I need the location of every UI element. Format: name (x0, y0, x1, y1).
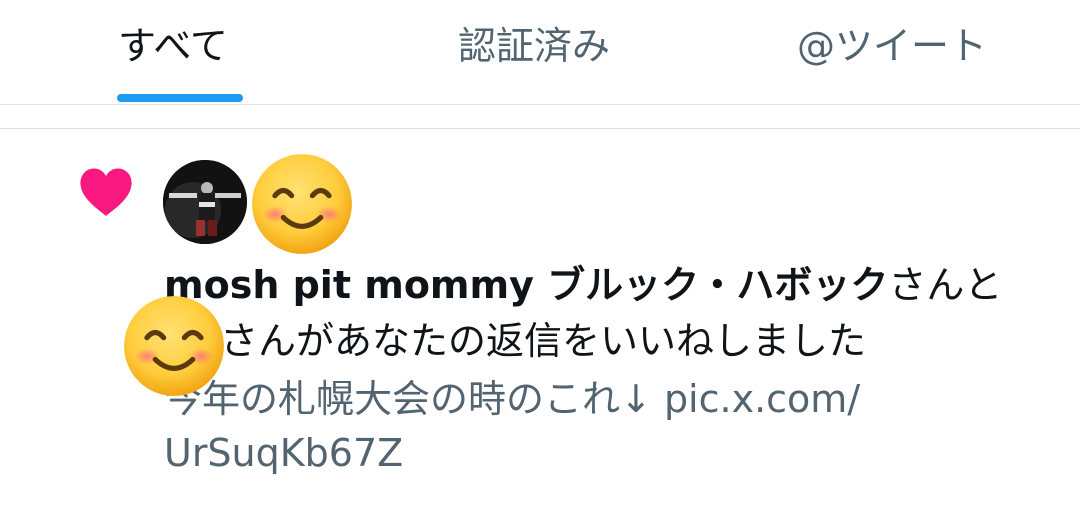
notification-tabs: すべて 認証済み @ツイート (0, 0, 1080, 104)
smiling-face-emoji[interactable] (122, 294, 226, 398)
user-name-link[interactable]: mosh pit mommy ブルック・ハボック (164, 263, 888, 307)
user-avatar-photo[interactable] (163, 160, 247, 244)
tab-mentions[interactable]: @ツイート (797, 18, 987, 74)
smiling-face-emoji[interactable] (250, 152, 354, 256)
tweet-preview-line-2: UrSuqKb67Z (164, 424, 403, 482)
tab-verified[interactable]: 認証済み (458, 18, 610, 74)
notification-line-1: mosh pit mommy ブルック・ハボックさんと (164, 256, 1002, 314)
media-link[interactable]: pic.x.com/ (664, 377, 860, 421)
tweet-preview-line-1: 今年の札幌大会の時のこれ↓ pic.x.com/ (164, 370, 860, 428)
tab-all[interactable]: すべて (118, 18, 228, 74)
active-tab-indicator (117, 94, 243, 102)
media-link-continued[interactable]: UrSuqKb67Z (164, 431, 403, 475)
tabs-divider (0, 104, 1080, 105)
section-divider (0, 128, 1080, 129)
notification-line-2: さんがあなたの返信をいいねしました (164, 312, 866, 370)
text-suffix: さんと (888, 263, 1003, 307)
tweet-text: 今年の札幌大会の時のこれ↓ (164, 377, 652, 421)
heart-icon (80, 168, 132, 216)
notification-action-text: さんがあなたの返信をいいねしました (220, 319, 867, 363)
